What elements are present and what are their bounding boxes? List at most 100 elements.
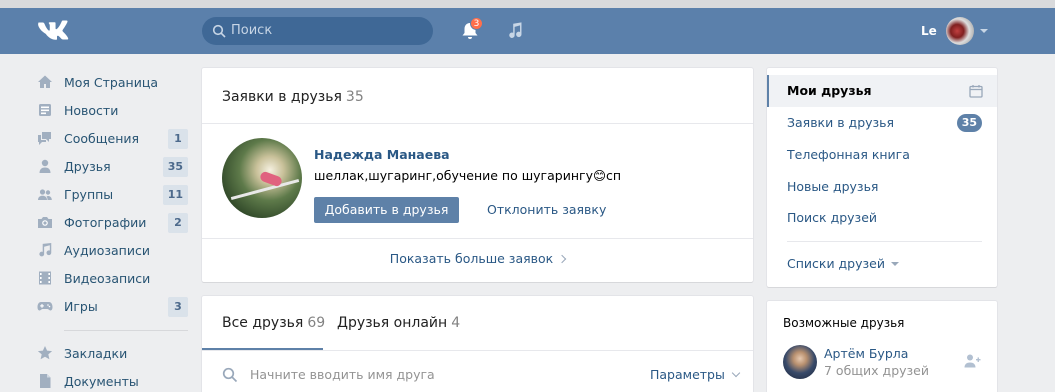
parameters-dropdown[interactable]: Параметры: [650, 367, 741, 382]
menu-item-label: Мои друзья: [787, 83, 872, 98]
sidebar-item-count: 2: [168, 213, 188, 233]
friends-card: Все друзья69 Друзья онлайн4 Параметры: [202, 296, 753, 392]
tab-label: Все друзья: [222, 315, 304, 331]
sidebar-item-count: 11: [162, 185, 188, 205]
divider: [202, 350, 753, 351]
possible-friends-title: Возможные друзья: [783, 316, 905, 330]
browser-strip: [0, 0, 1055, 8]
search-placeholder: Поиск: [231, 23, 273, 38]
friend-search-input[interactable]: [250, 364, 630, 384]
sidebar-divider: [64, 330, 188, 331]
friends-tabs: Все друзья 69 Друзья онлайн 4: [202, 296, 753, 351]
sidebar-item-messages[interactable]: Сообщения 1: [36, 124, 188, 152]
avatar[interactable]: [783, 345, 817, 379]
avatar-photo-detail: [258, 170, 284, 188]
menu-item-phone-book[interactable]: Телефонная книга: [767, 139, 997, 171]
add-user-icon[interactable]: [963, 353, 981, 369]
search-icon: [222, 367, 238, 383]
music-icon: [36, 241, 54, 259]
sidebar-item-groups[interactable]: Группы 11: [36, 180, 188, 208]
avatar[interactable]: [222, 138, 302, 218]
tab-label: Друзья онлайн: [337, 315, 448, 331]
sidebar-item-label: Моя Страница: [64, 74, 158, 90]
menu-item-label: Списки друзей: [787, 256, 885, 271]
request-person-status: шеллак,шугаринг,обучение по шугарингу😊сп: [314, 168, 622, 183]
tab-count: 69: [307, 315, 326, 331]
menu-item-new-friends[interactable]: Новые друзья: [767, 171, 997, 203]
friends-right-menu: Мои друзья Заявки в друзья 35 Телефонная…: [767, 68, 997, 287]
sidebar-item-documents[interactable]: Документы: [36, 367, 188, 392]
sidebar-item-bookmarks[interactable]: Закладки: [36, 339, 188, 367]
show-more-label: Показать больше заявок: [389, 251, 554, 266]
tab-friends-online[interactable]: Друзья онлайн 4: [337, 315, 460, 331]
news-icon: [36, 101, 54, 119]
show-more-requests-link[interactable]: Показать больше заявок: [202, 251, 753, 266]
tab-count: 4: [451, 315, 461, 331]
sidebar-item-games[interactable]: Игры 3: [36, 292, 188, 320]
sidebar-item-label: Видеозаписи: [64, 270, 151, 286]
mutual-friends-count: 7 общих друзей: [824, 363, 929, 378]
top-header: Поиск 3 Le: [0, 8, 1055, 54]
divider: [202, 123, 753, 124]
messages-icon: [36, 129, 54, 147]
avatar[interactable]: [946, 17, 974, 45]
sidebar-item-video[interactable]: Видеозаписи: [36, 264, 188, 292]
notifications-badge: 3: [470, 17, 483, 30]
chevron-down-icon[interactable]: [980, 29, 988, 33]
request-person-name[interactable]: Надежда Манаева: [314, 147, 450, 162]
sidebar-item-my-page[interactable]: Моя Страница: [36, 68, 188, 96]
menu-item-friend-lists[interactable]: Списки друзей: [767, 248, 997, 280]
sidebar-item-label: Игры: [64, 298, 98, 314]
sidebar-item-photos[interactable]: Фотографии 2: [36, 208, 188, 236]
sidebar-item-label: Сообщения: [64, 130, 140, 146]
reject-request-button[interactable]: Отклонить заявку: [487, 202, 606, 217]
sidebar-item-news[interactable]: Новости: [36, 96, 188, 124]
video-icon: [36, 269, 54, 287]
groups-icon: [36, 185, 54, 203]
chevron-down-icon: [890, 262, 899, 266]
menu-item-label: Заявки в друзья: [787, 115, 895, 130]
sidebar-item-count: 3: [168, 297, 188, 317]
vk-logo-icon[interactable]: [36, 20, 70, 42]
chevron-right-icon: [557, 254, 567, 264]
possible-friend-name[interactable]: Артём Бурла: [824, 346, 908, 361]
sidebar-item-label: Закладки: [64, 345, 128, 361]
sidebar-item-label: Аудиозаписи: [64, 242, 150, 258]
divider: [787, 241, 982, 242]
sidebar-item-count: 1: [168, 129, 188, 149]
requests-title: Заявки в друзья 35: [222, 89, 364, 105]
sidebar-item-label: Друзья: [64, 158, 111, 174]
menu-item-find-friends[interactable]: Поиск друзей: [767, 202, 997, 234]
star-icon: [36, 344, 54, 362]
requests-count: 35: [345, 89, 364, 105]
search-icon: [212, 24, 226, 38]
sidebar-item-label: Документы: [64, 373, 139, 389]
add-friend-button[interactable]: Добавить в друзья: [314, 197, 459, 223]
music-icon[interactable]: [506, 21, 526, 41]
menu-item-friend-requests[interactable]: Заявки в друзья 35: [767, 107, 997, 139]
camera-icon: [36, 213, 54, 231]
friend-requests-card: Заявки в друзья 35 Надежда Манаева шеллак…: [202, 68, 753, 282]
sidebar-item-audio[interactable]: Аудиозаписи: [36, 236, 188, 264]
sidebar-item-count: 35: [162, 157, 188, 177]
search-box[interactable]: Поиск: [202, 17, 433, 45]
chevron-down-icon: [731, 368, 741, 378]
menu-item-count: 35: [956, 114, 982, 132]
possible-friends-card: Возможные друзья Артём Бурла 7 общих дру…: [767, 301, 997, 392]
divider: [202, 238, 753, 239]
user-name[interactable]: Le: [921, 24, 937, 38]
parameters-label: Параметры: [650, 367, 725, 382]
left-sidebar: Моя Страница Новости Сообщения 1 Друзья …: [36, 68, 188, 392]
menu-item-my-friends[interactable]: Мои друзья: [767, 75, 997, 107]
requests-title-label: Заявки в друзья: [222, 89, 342, 105]
gamepad-icon: [36, 297, 54, 315]
home-icon: [36, 73, 54, 91]
document-icon: [36, 372, 54, 390]
friends-icon: [36, 157, 54, 175]
calendar-icon[interactable]: [969, 84, 983, 98]
sidebar-item-label: Фотографии: [64, 214, 147, 230]
sidebar-item-friends[interactable]: Друзья 35: [36, 152, 188, 180]
tab-all-friends[interactable]: Все друзья 69: [222, 315, 325, 331]
sidebar-item-label: Группы: [64, 186, 114, 202]
sidebar-item-label: Новости: [64, 102, 119, 118]
